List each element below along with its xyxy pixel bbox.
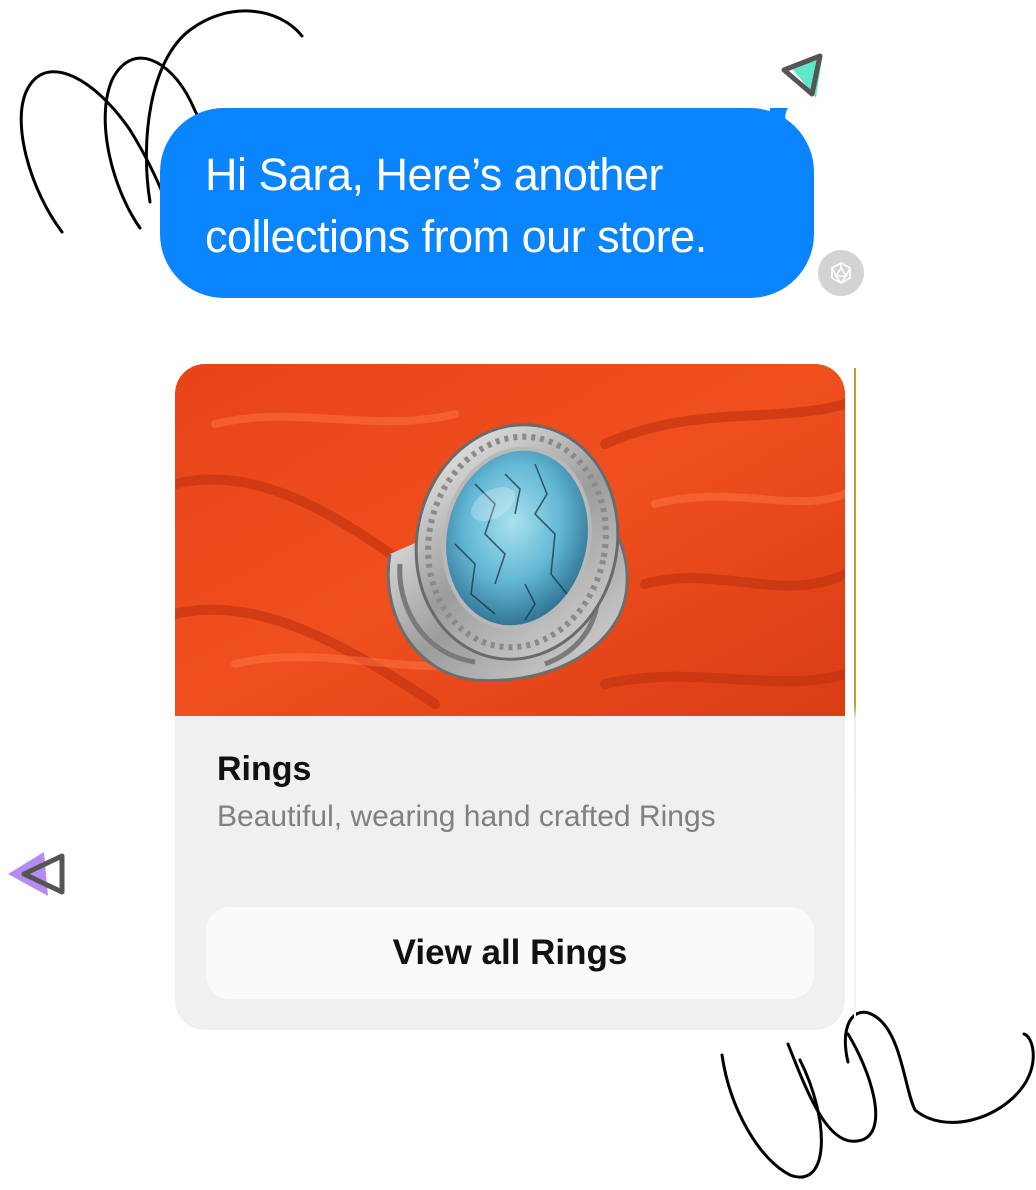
chat-message-text: Hi Sara, Here’s another collections from… — [205, 149, 707, 262]
card-edge-shadow — [854, 368, 856, 1018]
promo-message-scene: Hi Sara, Here’s another collections from… — [0, 0, 1036, 1190]
sender-avatar[interactable] — [818, 250, 864, 296]
card-title: Rings — [217, 750, 312, 788]
polyhedron-icon — [831, 262, 851, 284]
product-card: Rings Beautiful, wearing hand crafted Ri… — [175, 364, 845, 1030]
chat-bubble: Hi Sara, Here’s another collections from… — [160, 108, 814, 298]
ring-product-image[interactable] — [175, 364, 845, 716]
card-subtitle: Beautiful, wearing hand crafted Rings — [217, 800, 716, 833]
teal-triangle-icon — [781, 53, 823, 98]
view-all-rings-button[interactable]: View all Rings — [206, 907, 814, 999]
purple-triangle-icon — [8, 852, 65, 896]
